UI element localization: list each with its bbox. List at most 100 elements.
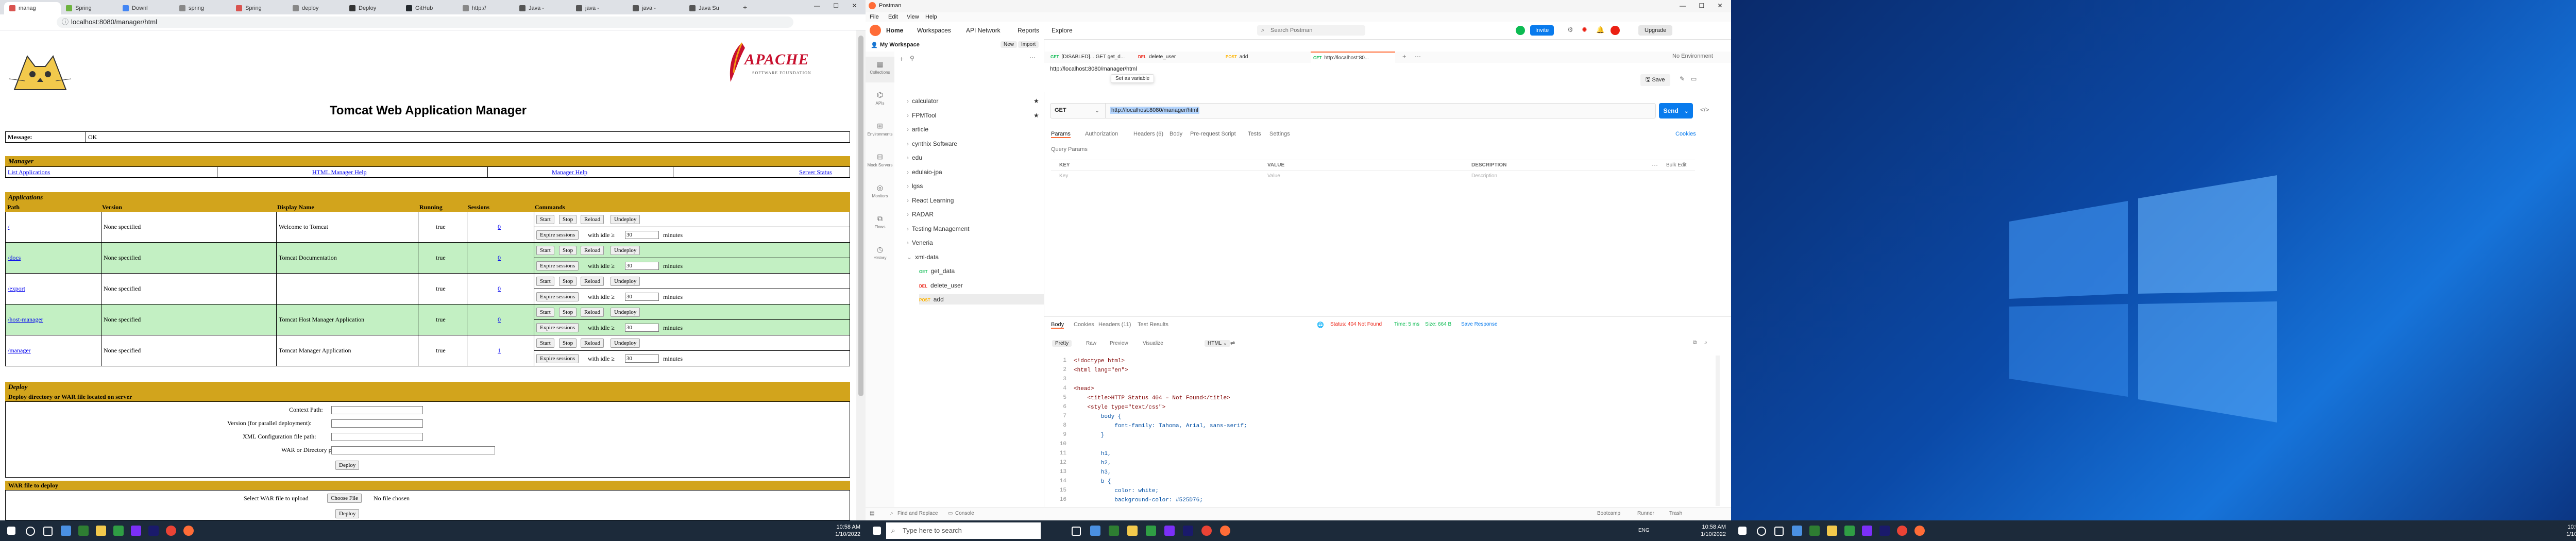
- code-icon[interactable]: </>: [1700, 106, 1709, 113]
- favorite-star-icon[interactable]: ★: [1033, 110, 1039, 121]
- filter-icon[interactable]: ⚲: [910, 55, 914, 62]
- trash-button[interactable]: Trash: [1669, 511, 1682, 516]
- folder-icon[interactable]: [1127, 526, 1138, 536]
- bootcamp-button[interactable]: Bootcamp: [1597, 511, 1620, 516]
- task-view-icon[interactable]: [43, 527, 53, 536]
- browser-tab[interactable]: manag: [4, 2, 61, 14]
- folder-icon[interactable]: [1827, 526, 1837, 536]
- undeploy-button[interactable]: Undeploy: [611, 215, 640, 224]
- more-icon[interactable]: ···: [1029, 54, 1036, 61]
- wrap-icon[interactable]: ⇌: [1230, 340, 1235, 346]
- minimize-icon[interactable]: —: [1680, 2, 1686, 9]
- file-explorer-icon[interactable]: [1809, 526, 1820, 536]
- save-button[interactable]: 🖫 Save: [1640, 74, 1670, 86]
- windows-start-icon[interactable]: [7, 527, 15, 535]
- collection-item[interactable]: › article: [907, 124, 928, 134]
- rail-item[interactable]: ◎ Monitors: [866, 180, 894, 206]
- view-mode-tab[interactable]: Visualize: [1140, 340, 1166, 347]
- rail-item[interactable]: ⊟ Mock Servers: [866, 149, 894, 175]
- address-bar[interactable]: ⓘ localhost:8080/manager/html: [57, 16, 793, 28]
- scrollbar-thumb[interactable]: [858, 36, 863, 396]
- bulk-edit-link[interactable]: Bulk Edit: [1666, 162, 1686, 168]
- request-section-tab[interactable]: Params: [1051, 131, 1071, 138]
- request-tab[interactable]: POST add: [1223, 52, 1308, 63]
- search-icon[interactable]: [26, 527, 35, 536]
- view-mode-tab[interactable]: Pretty: [1052, 340, 1072, 347]
- close-icon[interactable]: ✕: [852, 2, 857, 9]
- add-tab-icon[interactable]: +: [1402, 53, 1406, 60]
- vscode-icon[interactable]: [1164, 526, 1175, 536]
- satellite-icon[interactable]: ⚙: [1567, 26, 1573, 34]
- collection-item[interactable]: › edulaio-jpa: [907, 167, 942, 177]
- request-tab[interactable]: GET [DISABLED]... GET get_d...: [1048, 52, 1132, 63]
- settings-icon[interactable]: ✹: [1582, 26, 1587, 34]
- app-sessions-link[interactable]: 0: [498, 285, 501, 293]
- file-explorer-icon[interactable]: [78, 526, 89, 536]
- maximize-icon[interactable]: ☐: [833, 2, 839, 9]
- expire-sessions-button[interactable]: Expire sessions: [536, 354, 579, 363]
- file-explorer-icon[interactable]: [1109, 526, 1119, 536]
- undeploy-button[interactable]: Undeploy: [611, 246, 640, 255]
- app-sessions-link[interactable]: 0: [498, 254, 501, 262]
- collection-item[interactable]: › React Learning: [907, 195, 954, 206]
- reload-button[interactable]: Reload: [581, 308, 604, 317]
- collection-item[interactable]: › Testing Management: [907, 224, 969, 234]
- war-directory-input[interactable]: [331, 446, 495, 454]
- taskbar-search-box[interactable]: ⌕ Type here to search: [886, 522, 1041, 539]
- server-status-link[interactable]: Server Status: [799, 168, 832, 176]
- widgets-icon[interactable]: [61, 526, 71, 536]
- idle-minutes-input[interactable]: 30: [625, 231, 659, 239]
- collection-item[interactable]: › cynthix Software: [907, 139, 957, 149]
- app-path-link[interactable]: /host-manager: [8, 316, 43, 324]
- new-tab-icon[interactable]: +: [743, 3, 747, 11]
- clock-left[interactable]: 10:58 AM 1/10/2022: [835, 523, 860, 538]
- windows-start-icon[interactable]: [1738, 527, 1747, 535]
- task-view-icon[interactable]: [1774, 527, 1784, 536]
- expire-sessions-button[interactable]: Expire sessions: [536, 261, 579, 270]
- search-box[interactable]: ⌕ Search Postman: [1257, 25, 1365, 36]
- notifications-icon[interactable]: 🔔: [1596, 26, 1604, 34]
- user-avatar[interactable]: [1611, 26, 1620, 35]
- vscode-icon[interactable]: [131, 526, 141, 536]
- nav-item[interactable]: API Network: [966, 27, 1001, 34]
- favorite-star-icon[interactable]: ★: [1033, 96, 1039, 106]
- browser-tab[interactable]: Spring: [61, 2, 117, 14]
- folder-icon[interactable]: [96, 526, 106, 536]
- version-input[interactable]: [331, 419, 423, 428]
- format-selector[interactable]: HTML ⌄: [1205, 340, 1231, 347]
- response-scrollbar[interactable]: [1716, 356, 1720, 506]
- chrome-icon[interactable]: [166, 526, 176, 536]
- nav-item[interactable]: Workspaces: [917, 27, 951, 34]
- comments-icon[interactable]: ▭: [1691, 75, 1697, 82]
- more-options-icon[interactable]: ···: [1652, 161, 1658, 168]
- rail-item[interactable]: ⊞ Environments: [866, 119, 894, 144]
- app-sessions-link[interactable]: 0: [498, 223, 501, 231]
- idle-minutes-input[interactable]: 30: [625, 293, 659, 301]
- chrome-icon[interactable]: [1897, 526, 1907, 536]
- list-applications-link[interactable]: List Applications: [8, 168, 50, 176]
- browser-tab[interactable]: Deploy: [344, 2, 401, 14]
- add-collection-icon[interactable]: +: [900, 55, 904, 63]
- minimize-icon[interactable]: —: [814, 2, 820, 9]
- view-mode-tab[interactable]: Preview: [1107, 340, 1131, 347]
- reload-button[interactable]: Reload: [581, 246, 604, 255]
- page-scrollbar[interactable]: [856, 30, 866, 520]
- collection-item[interactable]: › calculator ★: [907, 96, 1039, 106]
- search-icon[interactable]: [1757, 527, 1766, 536]
- idle-minutes-input[interactable]: 30: [625, 324, 659, 332]
- response-tab[interactable]: Body: [1051, 322, 1064, 329]
- language-indicator[interactable]: ENG: [1638, 528, 1650, 533]
- app-path-link[interactable]: /export: [8, 285, 25, 293]
- browser-tab[interactable]: Java -: [514, 2, 571, 14]
- expire-sessions-button[interactable]: Expire sessions: [536, 230, 579, 240]
- find-replace-button[interactable]: Find and Replace: [897, 511, 938, 516]
- deploy-war-button[interactable]: Deploy: [335, 509, 360, 518]
- postman-home-logo-icon[interactable]: [870, 25, 881, 36]
- browser-tab[interactable]: Java Su: [684, 2, 741, 14]
- eclipse-icon[interactable]: [1183, 526, 1193, 536]
- team-avatar-icon[interactable]: [1516, 26, 1525, 35]
- response-tab[interactable]: Test Results: [1138, 322, 1168, 328]
- request-section-tab[interactable]: Authorization: [1085, 131, 1118, 137]
- rail-item[interactable]: ⧉ Flows: [866, 211, 894, 237]
- response-tab[interactable]: Cookies: [1074, 322, 1094, 328]
